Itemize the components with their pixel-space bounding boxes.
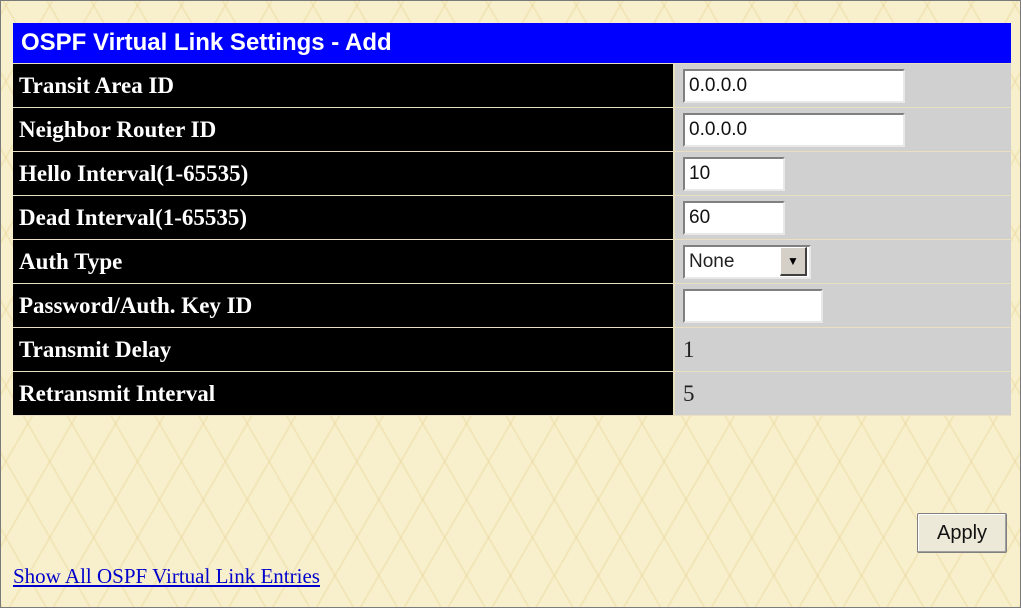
dead-interval-cell: 60 [675, 196, 1011, 239]
neighbor-router-id-label: Neighbor Router ID [13, 108, 675, 151]
hello-interval-label: Hello Interval(1-65535) [13, 152, 675, 195]
auth-type-cell: None ▼ [675, 240, 1011, 283]
auth-type-select[interactable]: None ▼ [683, 244, 811, 279]
settings-panel: OSPF Virtual Link Settings - Add Transit… [13, 23, 1011, 416]
auth-type-selected-value: None [689, 250, 735, 272]
transmit-delay-label: Transmit Delay [13, 328, 675, 371]
apply-button[interactable]: Apply [917, 513, 1007, 553]
hello-interval-input[interactable]: 10 [683, 156, 785, 191]
row-transit-area-id: Transit Area ID 0.0.0.0 [13, 64, 1011, 108]
neighbor-router-id-cell: 0.0.0.0 [675, 108, 1011, 151]
dead-interval-label: Dead Interval(1-65535) [13, 196, 675, 239]
transit-area-id-label: Transit Area ID [13, 64, 675, 107]
row-auth-type: Auth Type None ▼ [13, 240, 1011, 284]
transmit-delay-value: 1 [675, 328, 1011, 371]
row-neighbor-router-id: Neighbor Router ID 0.0.0.0 [13, 108, 1011, 152]
chevron-down-icon[interactable]: ▼ [780, 247, 807, 276]
password-input[interactable] [683, 288, 823, 323]
password-cell [675, 284, 1011, 327]
row-dead-interval: Dead Interval(1-65535) 60 [13, 196, 1011, 240]
row-retransmit-interval: Retransmit Interval 5 [13, 372, 1011, 416]
content-frame: OSPF Virtual Link Settings - Add Transit… [0, 0, 1021, 608]
hello-interval-cell: 10 [675, 152, 1011, 195]
row-transmit-delay: Transmit Delay 1 [13, 328, 1011, 372]
row-password: Password/Auth. Key ID [13, 284, 1011, 328]
retransmit-interval-label: Retransmit Interval [13, 372, 675, 415]
show-all-virtual-link-entries-link[interactable]: Show All OSPF Virtual Link Entries [13, 564, 320, 589]
password-label: Password/Auth. Key ID [13, 284, 675, 327]
transit-area-id-input[interactable]: 0.0.0.0 [683, 68, 905, 103]
row-hello-interval: Hello Interval(1-65535) 10 [13, 152, 1011, 196]
neighbor-router-id-input[interactable]: 0.0.0.0 [683, 112, 905, 147]
auth-type-label: Auth Type [13, 240, 675, 283]
page-title: OSPF Virtual Link Settings - Add [13, 23, 1011, 64]
dead-interval-input[interactable]: 60 [683, 200, 785, 235]
retransmit-interval-value: 5 [675, 372, 1011, 415]
transit-area-id-cell: 0.0.0.0 [675, 64, 1011, 107]
